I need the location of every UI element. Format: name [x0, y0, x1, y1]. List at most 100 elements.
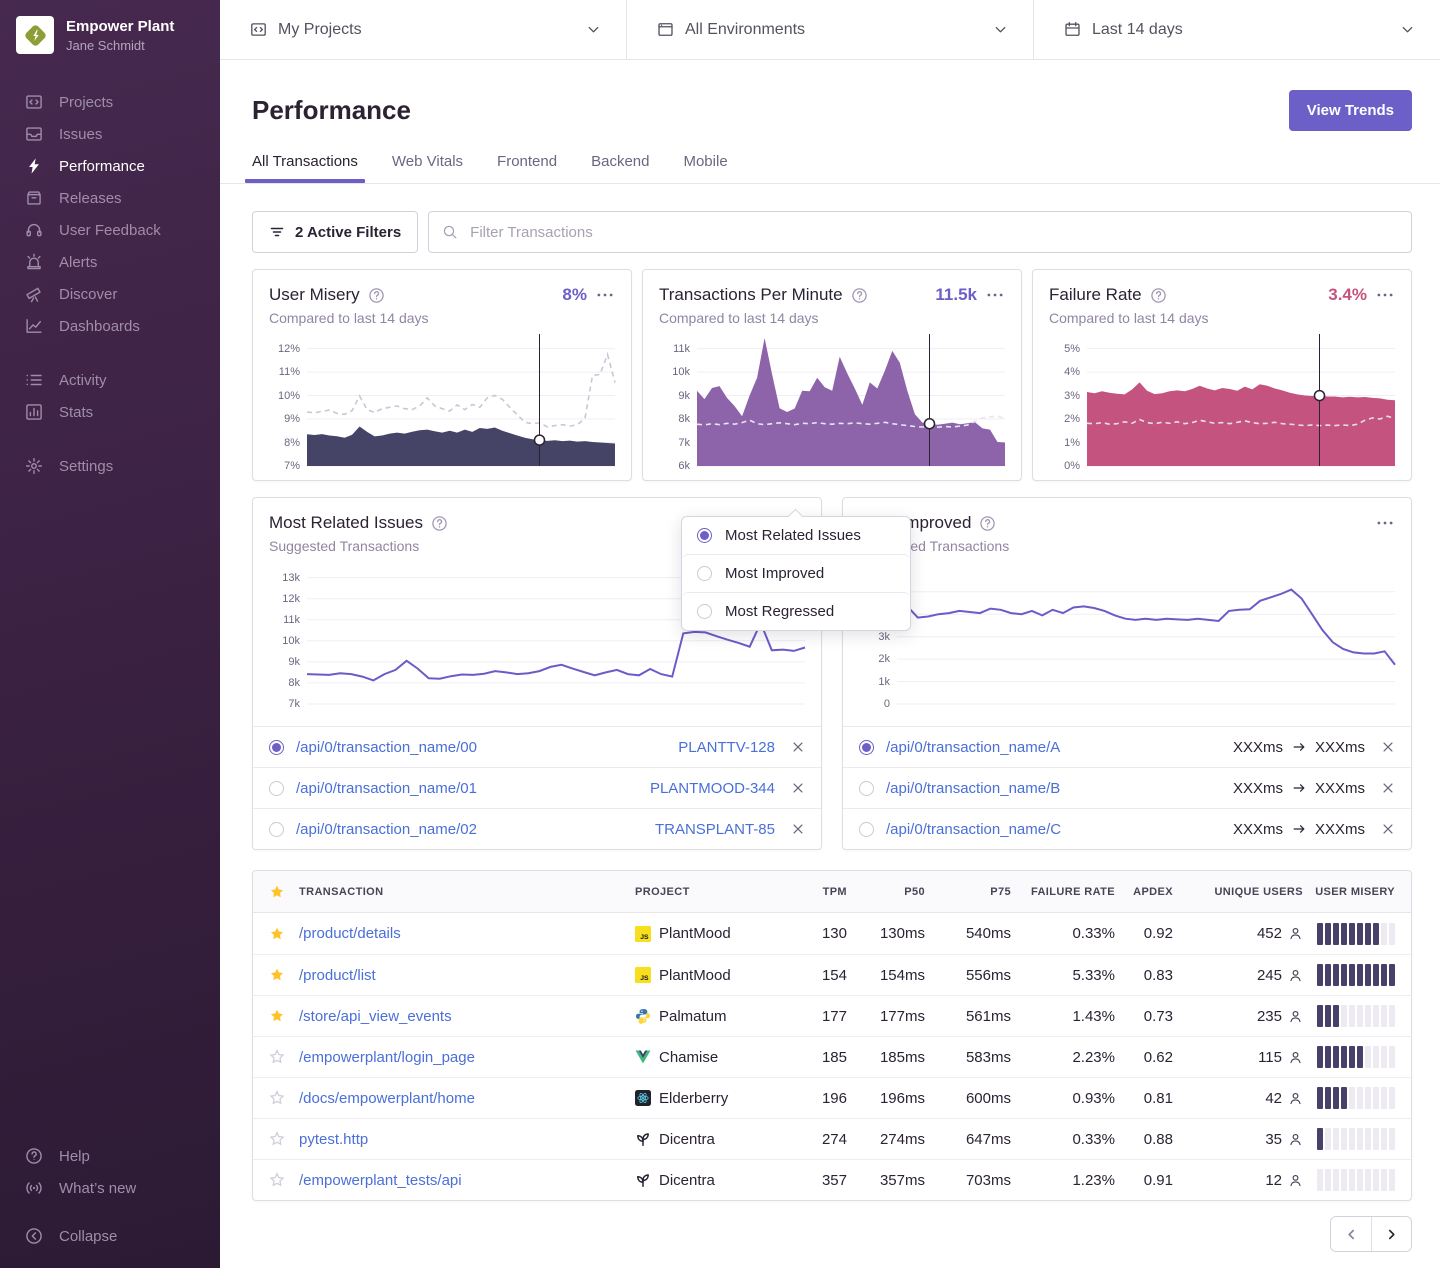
view-trends-button[interactable]: View Trends — [1289, 90, 1412, 131]
column-header-tpm[interactable]: TPM — [783, 886, 847, 898]
environment-filter-dropdown[interactable]: All Environments — [627, 0, 1034, 59]
remove-icon[interactable] — [791, 822, 805, 836]
sidebar-item-settings[interactable]: Settings — [0, 450, 220, 482]
misery-bar — [1365, 1005, 1371, 1027]
help-icon[interactable] — [1150, 287, 1167, 304]
remove-icon[interactable] — [1381, 740, 1395, 754]
sidebar-item-help[interactable]: Help — [0, 1140, 220, 1172]
transaction-radio[interactable] — [859, 781, 874, 796]
transaction-link[interactable]: /empowerplant_tests/api — [299, 1172, 635, 1189]
transaction-link[interactable]: pytest.http — [299, 1131, 635, 1148]
next-page-button[interactable] — [1371, 1217, 1411, 1251]
column-header-user-misery[interactable]: USER MISERY — [1303, 886, 1395, 898]
transaction-radio[interactable] — [269, 822, 284, 837]
date-range-dropdown[interactable]: Last 14 days — [1034, 0, 1440, 59]
transaction-radio[interactable] — [859, 740, 874, 755]
project-filter-dropdown[interactable]: My Projects — [220, 0, 627, 59]
sidebar-collapse-button[interactable]: Collapse — [0, 1220, 220, 1252]
transaction-link[interactable]: /api/0/transaction_name/00 — [296, 739, 666, 756]
sidebar-item-dashboards[interactable]: Dashboards — [0, 310, 220, 342]
misery-bar — [1365, 1169, 1371, 1191]
remove-icon[interactable] — [791, 740, 805, 754]
remove-icon[interactable] — [791, 781, 805, 795]
failure-rate-value: 0.33% — [1011, 925, 1115, 942]
remove-icon[interactable] — [1381, 822, 1395, 836]
python-icon — [635, 1008, 651, 1024]
menu-item-most-regressed[interactable]: Most Regressed — [682, 592, 910, 630]
menu-item-most-related-issues[interactable]: Most Related Issues — [682, 517, 910, 554]
star-outline-icon[interactable] — [269, 1049, 299, 1065]
star-outline-icon[interactable] — [269, 1131, 299, 1147]
tab-bar: All Transactions Web Vitals Frontend Backen… — [252, 153, 1412, 183]
transaction-link[interactable]: /api/0/transaction_name/A — [886, 739, 1221, 756]
tab-mobile[interactable]: Mobile — [683, 153, 727, 183]
tab-backend[interactable]: Backend — [591, 153, 649, 183]
transaction-link[interactable]: /docs/empowerplant/home — [299, 1090, 635, 1107]
issue-tag[interactable]: PLANTTV-128 — [678, 739, 775, 756]
transaction-link[interactable]: /api/0/transaction_name/02 — [296, 821, 643, 838]
star-outline-icon[interactable] — [269, 1090, 299, 1106]
misery-bar — [1389, 1005, 1395, 1027]
issue-tag[interactable]: PLANTMOOD-344 — [650, 780, 775, 797]
transaction-link[interactable]: /api/0/transaction_name/B — [886, 780, 1221, 797]
transaction-link[interactable]: /product/list — [299, 967, 635, 984]
sidebar-item-activity[interactable]: Activity — [0, 364, 220, 396]
transaction-radio[interactable] — [269, 740, 284, 755]
arrow-right-icon — [1292, 740, 1306, 754]
remove-icon[interactable] — [1381, 781, 1395, 795]
sidebar-item-releases[interactable]: Releases — [0, 182, 220, 214]
sidebar-item-label: What’s new — [59, 1180, 136, 1197]
transaction-link[interactable]: /empowerplant/login_page — [299, 1049, 635, 1066]
column-header-p75[interactable]: P75 — [925, 886, 1011, 898]
column-header-p50[interactable]: P50 — [847, 886, 925, 898]
help-icon[interactable] — [368, 287, 385, 304]
column-header-unique-users[interactable]: UNIQUE USERS — [1173, 886, 1303, 898]
star-outline-icon[interactable] — [269, 1172, 299, 1188]
active-filters-button[interactable]: 2 Active Filters — [252, 211, 418, 253]
plant-icon — [635, 1172, 651, 1188]
column-header-transaction[interactable]: TRANSACTION — [299, 886, 635, 898]
help-icon[interactable] — [979, 515, 996, 532]
transaction-radio[interactable] — [269, 781, 284, 796]
p50-value: 274ms — [847, 1131, 925, 1148]
y-axis-tick: 9k — [288, 656, 300, 668]
p75-value: 556ms — [925, 967, 1011, 984]
column-header-apdex[interactable]: APDEX — [1115, 886, 1173, 898]
help-icon[interactable] — [851, 287, 868, 304]
user-misery-menu-button[interactable] — [595, 286, 615, 304]
column-header-project[interactable]: PROJECT — [635, 886, 783, 898]
favorite-star-icon[interactable] — [269, 1008, 299, 1024]
project-name: PlantMood — [659, 967, 731, 984]
summary-cards: User Misery8%Compared to last 14 days12%… — [252, 269, 1412, 481]
search-input[interactable] — [428, 211, 1412, 253]
favorite-star-icon[interactable] — [269, 926, 299, 942]
tab-all-transactions[interactable]: All Transactions — [252, 153, 358, 183]
transaction-link[interactable]: /api/0/transaction_name/01 — [296, 780, 638, 797]
failure-rate-menu-button[interactable] — [1375, 286, 1395, 304]
sidebar-item-user-feedback[interactable]: User Feedback — [0, 214, 220, 246]
project-filter-label: My Projects — [278, 21, 574, 39]
sidebar-item-performance[interactable]: Performance — [0, 150, 220, 182]
sidebar-item-alerts[interactable]: Alerts — [0, 246, 220, 278]
most-improved-menu-button[interactable] — [1375, 514, 1395, 532]
transaction-link[interactable]: /api/0/transaction_name/C — [886, 821, 1221, 838]
sidebar-item-what-s-new[interactable]: What’s new — [0, 1172, 220, 1204]
org-switcher[interactable]: Empower Plant Jane Schmidt — [0, 16, 220, 54]
menu-item-most-improved[interactable]: Most Improved — [682, 554, 910, 592]
previous-page-button[interactable] — [1331, 1217, 1371, 1251]
transaction-link[interactable]: /store/api_view_events — [299, 1008, 635, 1025]
sidebar-item-issues[interactable]: Issues — [0, 118, 220, 150]
tab-frontend[interactable]: Frontend — [497, 153, 557, 183]
sidebar-item-discover[interactable]: Discover — [0, 278, 220, 310]
sidebar-item-stats[interactable]: Stats — [0, 396, 220, 428]
column-header-failure-rate[interactable]: FAILURE RATE — [1011, 886, 1115, 898]
transaction-link[interactable]: /product/details — [299, 925, 635, 942]
misery-bar — [1325, 964, 1331, 986]
help-icon[interactable] — [431, 515, 448, 532]
issue-tag[interactable]: TRANSPLANT-85 — [655, 821, 775, 838]
sidebar-item-projects[interactable]: Projects — [0, 86, 220, 118]
tpm-menu-button[interactable] — [985, 286, 1005, 304]
transaction-radio[interactable] — [859, 822, 874, 837]
tab-web-vitals[interactable]: Web Vitals — [392, 153, 463, 183]
favorite-star-icon[interactable] — [269, 967, 299, 983]
